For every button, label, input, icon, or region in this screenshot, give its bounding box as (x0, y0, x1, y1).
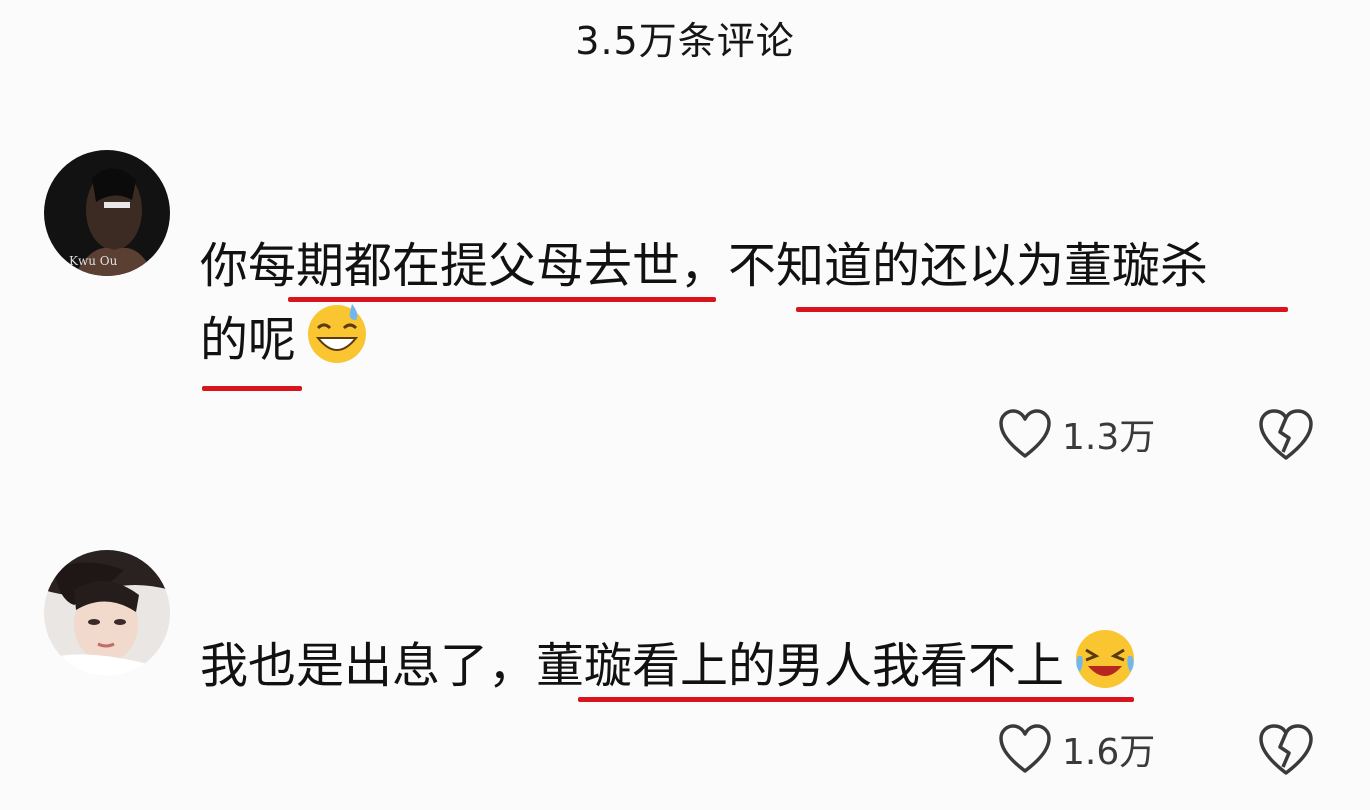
like-button[interactable]: 1.6万 (998, 723, 1155, 775)
svg-text:Kwu Ou: Kwu Ou (69, 254, 118, 268)
rolling-laughing-emoji-icon (1072, 626, 1138, 724)
highlight-underline (578, 697, 1134, 702)
like-count: 1.6万 (1062, 732, 1156, 773)
heart-icon (999, 409, 1051, 458)
avatar[interactable] (44, 550, 170, 676)
dislike-button[interactable] (1258, 723, 1314, 781)
highlight-underline (796, 307, 1288, 312)
comment-text: 我也是出息了，董璇看上的男人我看不上 (200, 618, 1310, 724)
heart-icon (999, 724, 1051, 773)
broken-heart-icon (1259, 724, 1313, 775)
like-count: 1.3万 (1062, 417, 1156, 458)
comment-text-line: 我也是出息了，董璇看上的男人我看不上 (200, 638, 1065, 694)
highlight-underline (288, 297, 716, 302)
comment-text-line: 的呢 (200, 312, 297, 368)
highlight-underline (202, 386, 302, 391)
dislike-button[interactable] (1258, 408, 1314, 466)
comment-count-title: 3.5万条评论 (575, 19, 795, 63)
avatar[interactable]: Kwu Ou (44, 150, 170, 276)
grinning-sweat-emoji-icon (304, 300, 370, 398)
broken-heart-icon (1259, 409, 1313, 460)
like-button[interactable]: 1.3万 (998, 408, 1155, 460)
